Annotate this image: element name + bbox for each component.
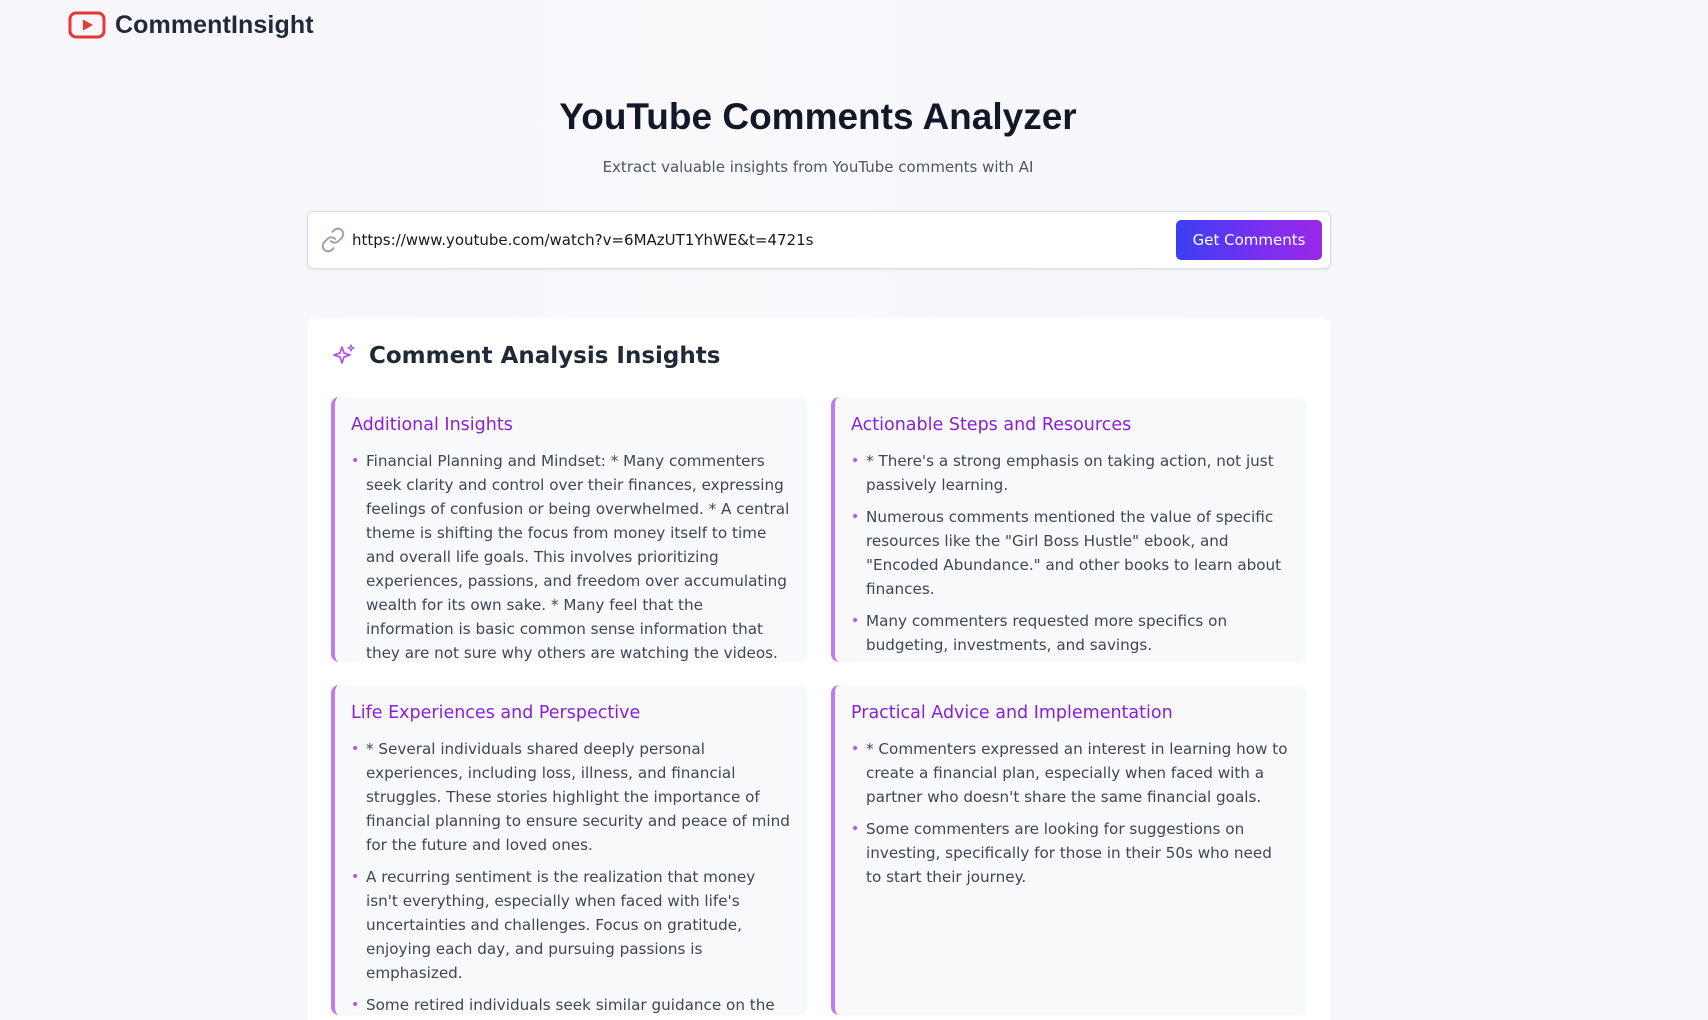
list-item: Numerous comments mentioned the value of… xyxy=(851,505,1291,601)
list-item: Many commenters requested more specifics… xyxy=(851,609,1291,657)
insight-card-actionable: Actionable Steps and Resources * There's… xyxy=(831,397,1307,662)
card-list: * Several individuals shared deeply pers… xyxy=(351,737,791,1020)
youtube-play-icon[interactable] xyxy=(68,11,106,39)
list-item: * Commenters expressed an interest in le… xyxy=(851,737,1291,809)
card-title: Actionable Steps and Resources xyxy=(851,415,1132,435)
page-subtitle: Extract valuable insights from YouTube c… xyxy=(602,158,1034,176)
list-item: * There's a strong emphasis on taking ac… xyxy=(851,449,1291,497)
video-url-input[interactable] xyxy=(352,220,1176,260)
insights-header: Comment Analysis Insights xyxy=(331,343,720,369)
card-title: Practical Advice and Implementation xyxy=(851,703,1173,723)
url-search-bar: Get Comments xyxy=(307,211,1331,269)
list-item: * Several individuals shared deeply pers… xyxy=(351,737,791,857)
brand-name[interactable]: CommentInsight xyxy=(115,11,314,40)
card-list: * Commenters expressed an interest in le… xyxy=(851,737,1291,889)
list-item: A recurring sentiment is the realization… xyxy=(351,865,791,985)
card-list: * There's a strong emphasis on taking ac… xyxy=(851,449,1291,657)
insight-card-practical-advice: Practical Advice and Implementation * Co… xyxy=(831,685,1307,1015)
list-item: Financial Planning and Mindset: * Many c… xyxy=(351,449,791,665)
page-title: YouTube Comments Analyzer xyxy=(559,96,1077,137)
list-item: Some retired individuals seek similar gu… xyxy=(351,993,791,1020)
list-item: Some commenters are looking for suggesti… xyxy=(851,817,1291,889)
card-title: Life Experiences and Perspective xyxy=(351,703,641,723)
insight-card-additional: Additional Insights Financial Planning a… xyxy=(331,397,807,662)
sparkles-icon xyxy=(333,344,355,364)
insights-title: Comment Analysis Insights xyxy=(369,343,721,369)
link-icon xyxy=(321,227,345,253)
get-comments-button[interactable]: Get Comments xyxy=(1176,220,1322,260)
card-title: Additional Insights xyxy=(351,415,513,435)
card-list: Financial Planning and Mindset: * Many c… xyxy=(351,449,791,665)
insights-panel: Comment Analysis Insights Additional Ins… xyxy=(307,317,1331,1020)
app-header: CommentInsight xyxy=(68,8,314,42)
insight-card-life-experiences: Life Experiences and Perspective * Sever… xyxy=(331,685,807,1017)
